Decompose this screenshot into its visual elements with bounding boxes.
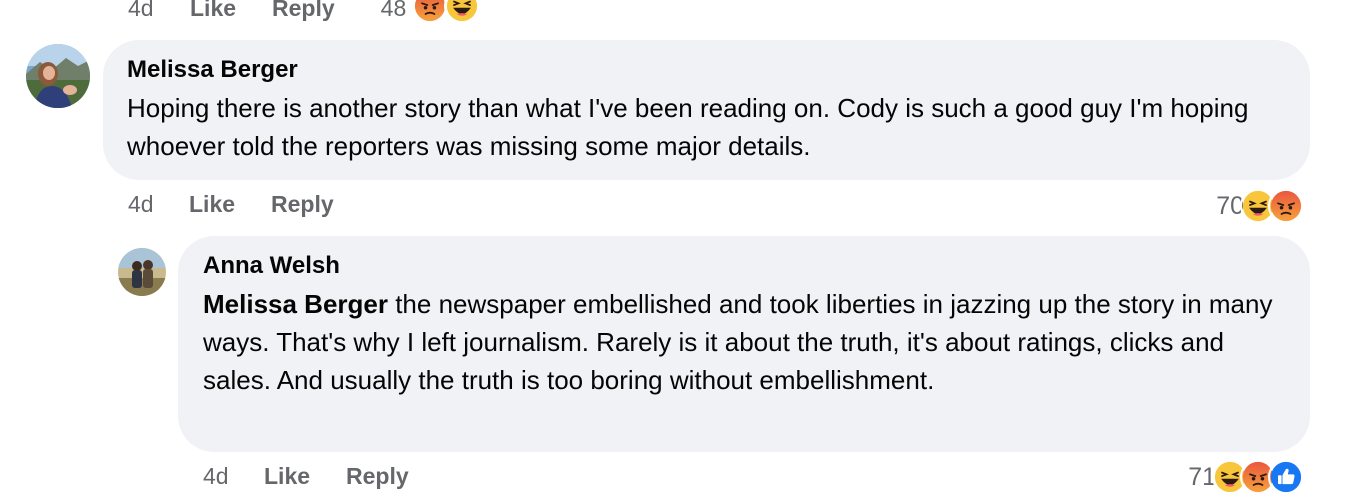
like-button[interactable]: Like [189, 191, 235, 218]
comment-bubble: Anna Welsh Melissa Berger the newspaper … [178, 236, 1310, 452]
comment-actions: 4d Like Reply [128, 189, 370, 219]
comment-text: Melissa Berger the newspaper embellished… [203, 285, 1288, 399]
reaction-summary[interactable]: 70 [1216, 186, 1304, 226]
previous-comment-actions: 4d Like Reply 48 [128, 0, 406, 26]
previous-comment-time: 4d [128, 0, 154, 21]
comment-actions: 4d Like Reply [203, 461, 445, 491]
comment-time[interactable]: 4d [203, 463, 264, 490]
previous-comment-like-button[interactable]: Like [190, 0, 236, 22]
like-icon [1268, 459, 1304, 495]
reply-button[interactable]: Reply [346, 463, 409, 490]
comment-text: Hoping there is another story than what … [127, 93, 1249, 161]
comment-author[interactable]: Anna Welsh [203, 252, 340, 280]
comment-time[interactable]: 4d [128, 191, 189, 218]
angry-icon [1268, 188, 1304, 224]
reply-button[interactable]: Reply [271, 191, 334, 218]
previous-comment-reply-button[interactable]: Reply [272, 0, 335, 22]
avatar[interactable] [26, 44, 90, 108]
angry-icon [412, 0, 448, 24]
comment-author[interactable]: Melissa Berger [127, 56, 298, 84]
avatar[interactable] [118, 248, 166, 296]
like-button[interactable]: Like [264, 463, 310, 490]
reaction-summary[interactable]: 71 [1188, 457, 1304, 497]
haha-icon [444, 0, 480, 24]
previous-comment-reaction-count[interactable]: 48 [381, 0, 407, 22]
comment-bubble: Melissa Berger Hoping there is another s… [103, 40, 1310, 180]
mention-tag[interactable]: Melissa Berger [203, 289, 388, 319]
